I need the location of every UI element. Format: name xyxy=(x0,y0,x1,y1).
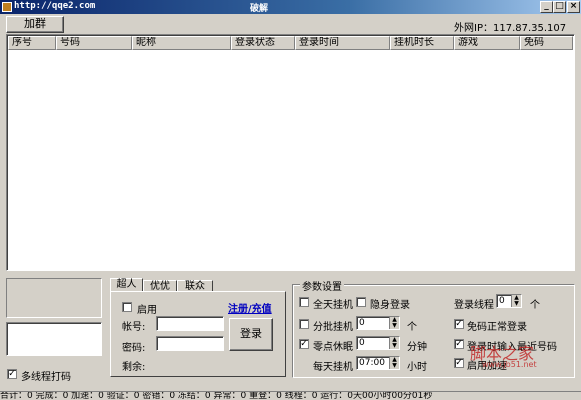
batch-label: 分批挂机 xyxy=(313,322,353,333)
captcha-input[interactable] xyxy=(6,322,102,356)
free-code-label: 免码正常登录 xyxy=(467,322,527,333)
zero-sleep-value: 0 xyxy=(359,338,365,348)
free-code-checkbox[interactable]: ✓ xyxy=(454,319,464,329)
params-legend: 参数设置 xyxy=(300,278,344,293)
column-header[interactable]: 登录时间 xyxy=(295,36,390,50)
column-header[interactable]: 序号 xyxy=(8,36,56,50)
multithread-label: 多线程打码 xyxy=(21,372,71,383)
daily-label: 每天挂机 xyxy=(313,362,353,373)
zero-sleep-label: 零点休眠 xyxy=(313,342,353,353)
daily-input[interactable]: 07:00 ▲ ▼ xyxy=(356,356,400,370)
title-bar: http://qqe2.com 破解 _ □ × xyxy=(0,0,581,14)
login-threads-label: 登录线程 xyxy=(454,300,494,311)
minimize-icon[interactable]: _ xyxy=(540,1,553,13)
zero-sleep-input[interactable]: 0 ▲ ▼ xyxy=(356,336,400,350)
column-header[interactable]: 游戏 xyxy=(454,36,520,50)
zero-sleep-unit: 分钟 xyxy=(407,342,427,353)
account-label: 帐号: xyxy=(122,322,146,333)
remaining-label: 剩余: xyxy=(122,362,146,373)
zero-sleep-checkbox[interactable]: ✓ xyxy=(299,339,309,349)
accelerate-checkbox[interactable]: ✓ xyxy=(454,358,464,368)
allday-checkbox[interactable] xyxy=(299,297,309,307)
register-link[interactable]: 注册/充值 xyxy=(228,300,272,315)
recent-number-checkbox[interactable]: ✓ xyxy=(454,339,464,349)
external-ip-label: 外网IP：117.87.35.107 xyxy=(454,23,567,34)
column-header[interactable]: 登录状态 xyxy=(231,36,295,50)
spin-arrows-icon[interactable]: ▲ ▼ xyxy=(511,295,521,307)
account-table[interactable]: 序号 号码 昵称 登录状态 登录时间 挂机时长 游戏 免码 xyxy=(6,34,575,271)
column-header[interactable]: 号码 xyxy=(56,36,132,50)
status-bar: 合计：0 完成：0 加速：0 验证：0 密错：0 冻结：0 异常：0 重登：0 … xyxy=(0,391,581,400)
captcha-image-box xyxy=(6,278,102,318)
column-header[interactable]: 昵称 xyxy=(132,36,231,50)
column-header[interactable]: 挂机时长 xyxy=(390,36,454,50)
column-header[interactable]: 免码 xyxy=(520,36,573,50)
app-icon xyxy=(2,2,12,12)
watermark-url: www.jb51.net xyxy=(482,360,537,369)
enable-label: 启用 xyxy=(137,305,157,316)
account-input[interactable] xyxy=(156,316,224,331)
table-header: 序号 号码 昵称 登录状态 登录时间 挂机时长 游戏 免码 xyxy=(8,36,573,50)
batch-value: 0 xyxy=(359,318,365,328)
batch-input[interactable]: 0 ▲ ▼ xyxy=(356,316,400,330)
password-input[interactable] xyxy=(156,336,224,351)
login-threads-value: 0 xyxy=(499,296,505,306)
stealth-label: 隐身登录 xyxy=(370,300,410,311)
spin-arrows-icon[interactable]: ▲ ▼ xyxy=(389,357,399,369)
password-label: 密码: xyxy=(122,343,146,354)
login-threads-input[interactable]: 0 ▲ ▼ xyxy=(496,294,522,308)
batch-checkbox[interactable] xyxy=(299,319,309,329)
batch-unit: 个 xyxy=(407,322,417,333)
allday-label: 全天挂机 xyxy=(313,300,353,311)
stealth-checkbox[interactable] xyxy=(356,297,366,307)
login-button[interactable]: 登录 xyxy=(229,318,273,351)
enable-checkbox[interactable] xyxy=(122,302,132,312)
window-title: 破解 xyxy=(250,4,269,14)
multithread-checkbox[interactable]: ✓ xyxy=(7,369,17,379)
maximize-icon[interactable]: □ xyxy=(553,1,566,13)
spin-arrows-icon[interactable]: ▲ ▼ xyxy=(389,337,399,349)
add-group-button[interactable]: 加群 xyxy=(6,16,64,33)
tab-chaoren[interactable]: 超人 xyxy=(110,278,143,292)
window-url: http://qqe2.com xyxy=(14,1,96,11)
daily-value: 07:00 xyxy=(359,358,385,368)
close-icon[interactable]: × xyxy=(567,1,580,13)
spin-arrows-icon[interactable]: ▲ ▼ xyxy=(389,317,399,329)
daily-unit: 小时 xyxy=(407,362,427,373)
login-threads-unit: 个 xyxy=(530,300,540,311)
